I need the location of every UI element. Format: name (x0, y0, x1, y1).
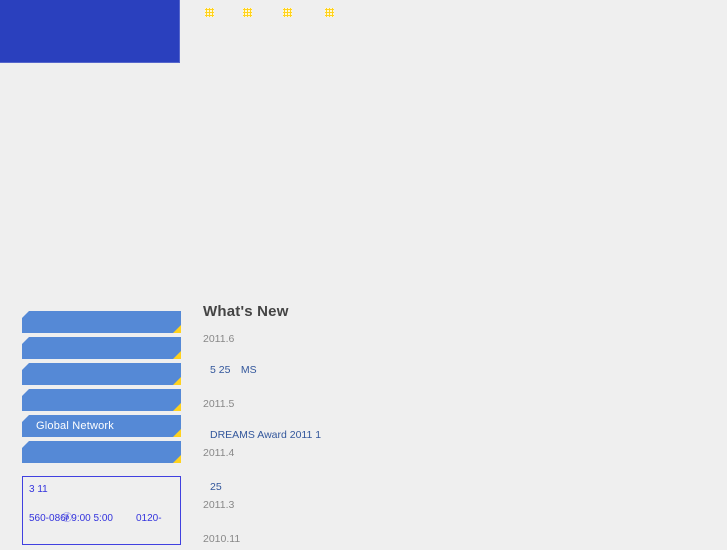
news-date-2011-4: 2011.4 (203, 447, 235, 459)
global-nav-item-1-label (205, 19, 206, 20)
sidebar-item-6[interactable] (22, 441, 181, 463)
news-date-2010-11: 2010.11 (203, 533, 241, 545)
sidebar-item-3[interactable] (22, 363, 181, 385)
contact-heading: 3 11 (29, 484, 48, 495)
sidebar-item-global-network-label: Global Network (36, 420, 114, 432)
sidebar-item-4[interactable] (22, 389, 181, 411)
broken-image-icon (243, 8, 252, 17)
site-header (0, 0, 727, 70)
contact-phone-prefix: 0120- (136, 513, 162, 524)
news-link-2011-5[interactable]: DREAMS Award 2011 1 (203, 428, 703, 442)
sidebar-navigation: Global Network (22, 311, 181, 467)
global-nav-item-3[interactable] (283, 8, 293, 18)
global-nav-item-1[interactable] (205, 8, 215, 18)
freedial-icon: ⓑ (62, 513, 72, 524)
broken-image-icon (283, 8, 292, 17)
sidebar-item-global-network[interactable]: Global Network (22, 415, 181, 437)
global-nav-item-4[interactable] (325, 8, 335, 18)
news-link-2011-6[interactable]: 5 25 MS (203, 363, 703, 377)
global-nav-item-3-label (283, 19, 284, 20)
broken-image-icon (205, 8, 214, 17)
sidebar-item-2[interactable] (22, 337, 181, 359)
news-date-2011-3: 2011.3 (203, 499, 235, 511)
sidebar-item-1[interactable] (22, 311, 181, 333)
news-date-2011-5: 2011.5 (203, 398, 235, 410)
news-date-2011-6: 2011.6 (203, 333, 235, 345)
global-nav-item-2[interactable] (243, 8, 253, 18)
page-title: What's New (203, 303, 289, 320)
broken-image-icon (325, 8, 334, 17)
site-logo[interactable] (0, 0, 180, 63)
contact-info-box: 3 11 ⓑ 0120- 560-086/ 9:00 5:00 (22, 476, 181, 545)
global-nav-item-2-label (243, 19, 244, 20)
global-navigation (195, 0, 715, 30)
main-content: What's New 2011.6 5 25 MS 2011.5 DREAMS … (203, 304, 703, 550)
global-nav-item-4-label (325, 19, 326, 20)
site-logo-label (0, 0, 179, 1)
news-link-2011-4[interactable]: 25 (203, 480, 703, 494)
